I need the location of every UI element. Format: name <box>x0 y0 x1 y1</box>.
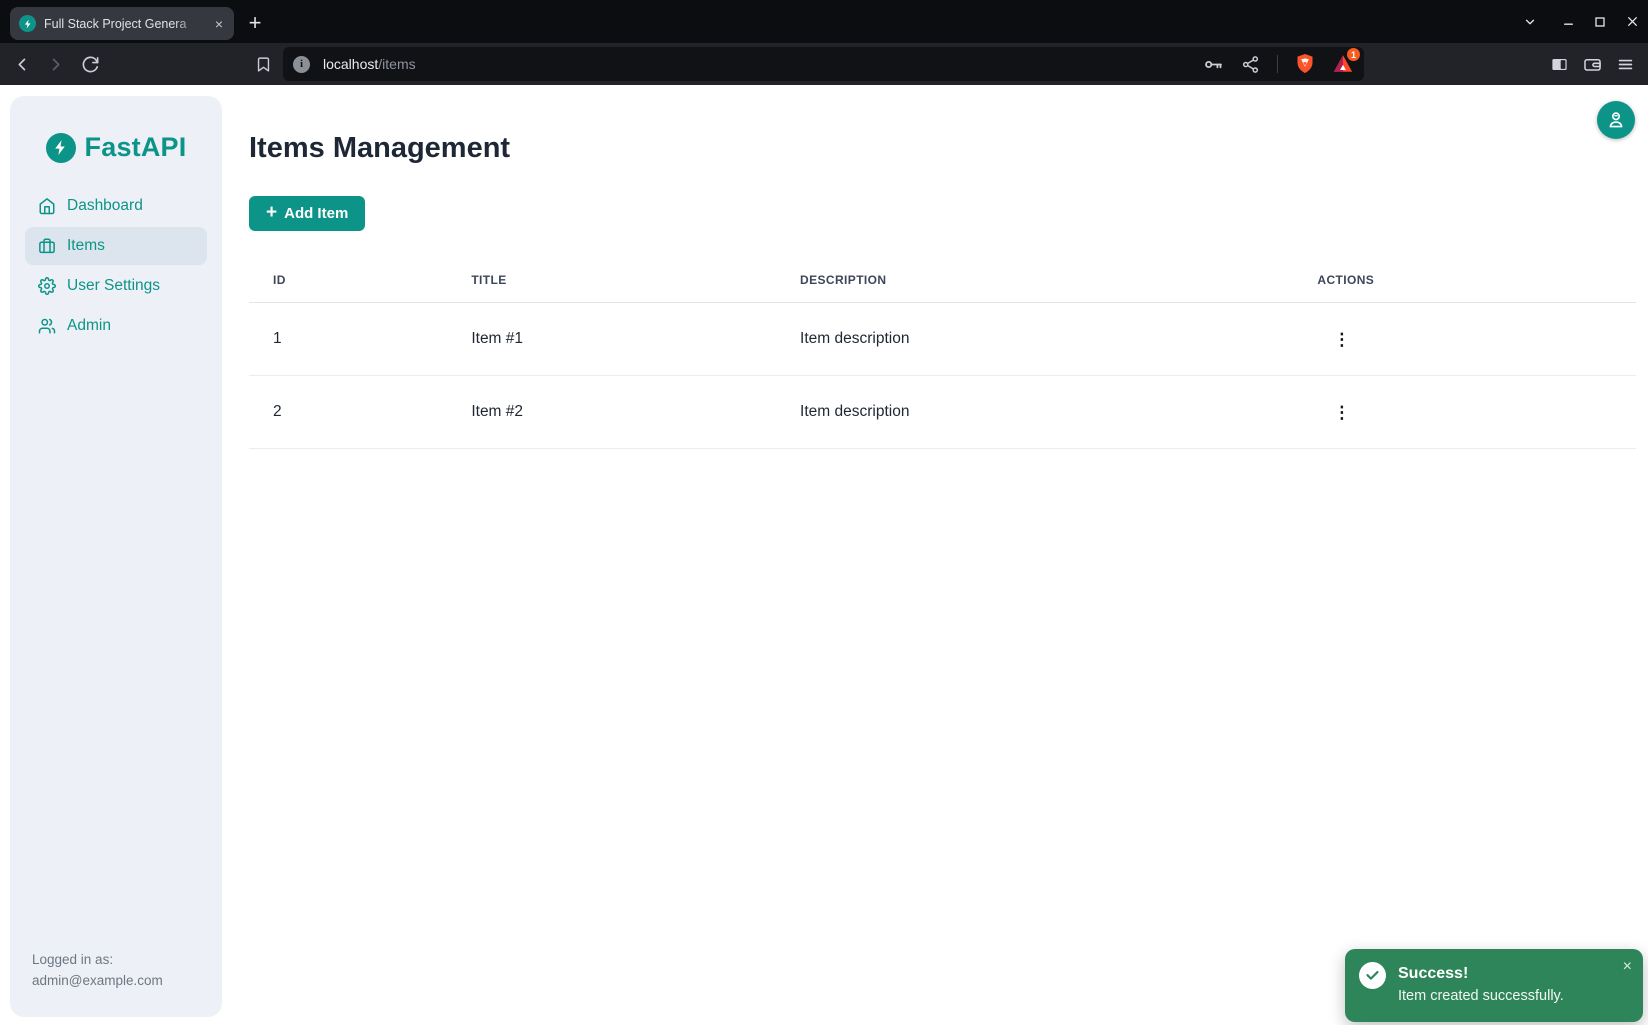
sidebar: FastAPI Dashboard Items User Settings <box>10 96 222 1017</box>
col-title: TITLE <box>447 259 776 303</box>
toast-text: Success! Item created successfully. <box>1398 962 1564 1004</box>
urlbar-separator <box>1277 55 1278 73</box>
maximize-icon[interactable] <box>1584 0 1616 43</box>
row-actions-kebab-icon[interactable]: ⋮ <box>1323 329 1360 350</box>
tab-bar: Full Stack Project Genera × + <box>0 0 1648 43</box>
wallet-icon[interactable] <box>1580 52 1604 76</box>
briefcase-icon <box>37 237 56 256</box>
key-icon[interactable] <box>1203 54 1224 75</box>
side-panel-icon[interactable] <box>1547 52 1571 76</box>
urlbar-actions: 1 <box>1203 53 1354 75</box>
cell-title: Item #2 <box>447 376 776 449</box>
rewards-badge: 1 <box>1347 48 1360 61</box>
home-icon <box>37 197 56 216</box>
sidebar-item-dashboard[interactable]: Dashboard <box>25 187 207 225</box>
user-avatar-button[interactable] <box>1597 101 1635 139</box>
cell-description: Item description <box>776 303 1293 376</box>
cell-id: 2 <box>249 376 447 449</box>
table-row: 1 Item #1 Item description ⋮ <box>249 303 1636 376</box>
url-bar[interactable]: i localhost/items 1 <box>283 47 1364 81</box>
sidebar-item-label: Admin <box>67 317 111 335</box>
fastapi-logo-icon <box>46 133 76 163</box>
tab-search-chevron-icon[interactable] <box>1514 0 1546 43</box>
sidebar-item-label: Items <box>67 237 105 255</box>
brand: FastAPI <box>10 132 222 163</box>
close-window-icon[interactable] <box>1616 0 1648 43</box>
new-tab-button[interactable]: + <box>240 8 270 38</box>
brand-name: FastAPI <box>85 132 187 163</box>
share-icon[interactable] <box>1241 55 1260 74</box>
toast-message: Item created successfully. <box>1398 988 1564 1004</box>
browser-tab[interactable]: Full Stack Project Genera × <box>10 7 234 40</box>
page-content: FastAPI Dashboard Items User Settings <box>0 85 1648 1025</box>
table-header-row: ID TITLE DESCRIPTION ACTIONS <box>249 259 1636 303</box>
bookmark-icon[interactable] <box>251 52 275 76</box>
cell-title: Item #1 <box>447 303 776 376</box>
add-item-button[interactable]: + Add Item <box>249 196 365 231</box>
check-circle-icon <box>1359 962 1386 989</box>
cell-id: 1 <box>249 303 447 376</box>
row-actions-kebab-icon[interactable]: ⋮ <box>1323 402 1360 423</box>
add-item-label: Add Item <box>284 205 348 222</box>
user-avatar-icon <box>1605 109 1627 131</box>
col-description: DESCRIPTION <box>776 259 1293 303</box>
toolbar-right <box>1547 52 1637 76</box>
cell-description: Item description <box>776 376 1293 449</box>
fastapi-favicon-icon <box>19 15 36 32</box>
back-icon[interactable] <box>10 52 34 76</box>
menu-hamburger-icon[interactable] <box>1613 52 1637 76</box>
items-table: ID TITLE DESCRIPTION ACTIONS 1 Item #1 I… <box>249 259 1636 449</box>
minimize-icon[interactable] <box>1552 0 1584 43</box>
sidebar-nav: Dashboard Items User Settings Admin <box>10 187 222 345</box>
page-title: Items Management <box>249 132 1636 165</box>
logged-in-email: admin@example.com <box>32 971 200 992</box>
brave-shield-icon[interactable] <box>1295 53 1315 75</box>
toast-success: Success! Item created successfully. × <box>1345 949 1643 1022</box>
users-icon <box>37 317 56 336</box>
sidebar-item-items[interactable]: Items <box>25 227 207 265</box>
sidebar-item-label: Dashboard <box>67 197 143 215</box>
col-id: ID <box>249 259 447 303</box>
url-text: localhost/items <box>323 56 416 72</box>
tab-title: Full Stack Project Genera <box>44 17 202 31</box>
main-content: Items Management + Add Item ID TITLE DES… <box>249 85 1636 449</box>
url-path: /items <box>378 56 415 72</box>
window-controls <box>1514 0 1648 43</box>
plus-icon: + <box>266 203 277 222</box>
gear-icon <box>37 277 56 296</box>
site-info-icon[interactable]: i <box>293 56 310 73</box>
sidebar-footer: Logged in as: admin@example.com <box>10 950 222 1017</box>
logged-in-label: Logged in as: <box>32 950 200 971</box>
forward-icon[interactable] <box>43 52 67 76</box>
sidebar-item-label: User Settings <box>67 277 160 295</box>
tab-close-icon[interactable]: × <box>210 15 228 33</box>
browser-toolbar: i localhost/items 1 <box>0 43 1648 85</box>
toast-title: Success! <box>1398 965 1564 983</box>
url-host: localhost <box>323 56 378 72</box>
toast-close-icon[interactable]: × <box>1621 957 1634 977</box>
sidebar-item-user-settings[interactable]: User Settings <box>25 267 207 305</box>
col-actions: ACTIONS <box>1293 259 1636 303</box>
sidebar-item-admin[interactable]: Admin <box>25 307 207 345</box>
reload-icon[interactable] <box>78 52 102 76</box>
table-row: 2 Item #2 Item description ⋮ <box>249 376 1636 449</box>
brave-rewards-icon[interactable]: 1 <box>1332 53 1354 75</box>
